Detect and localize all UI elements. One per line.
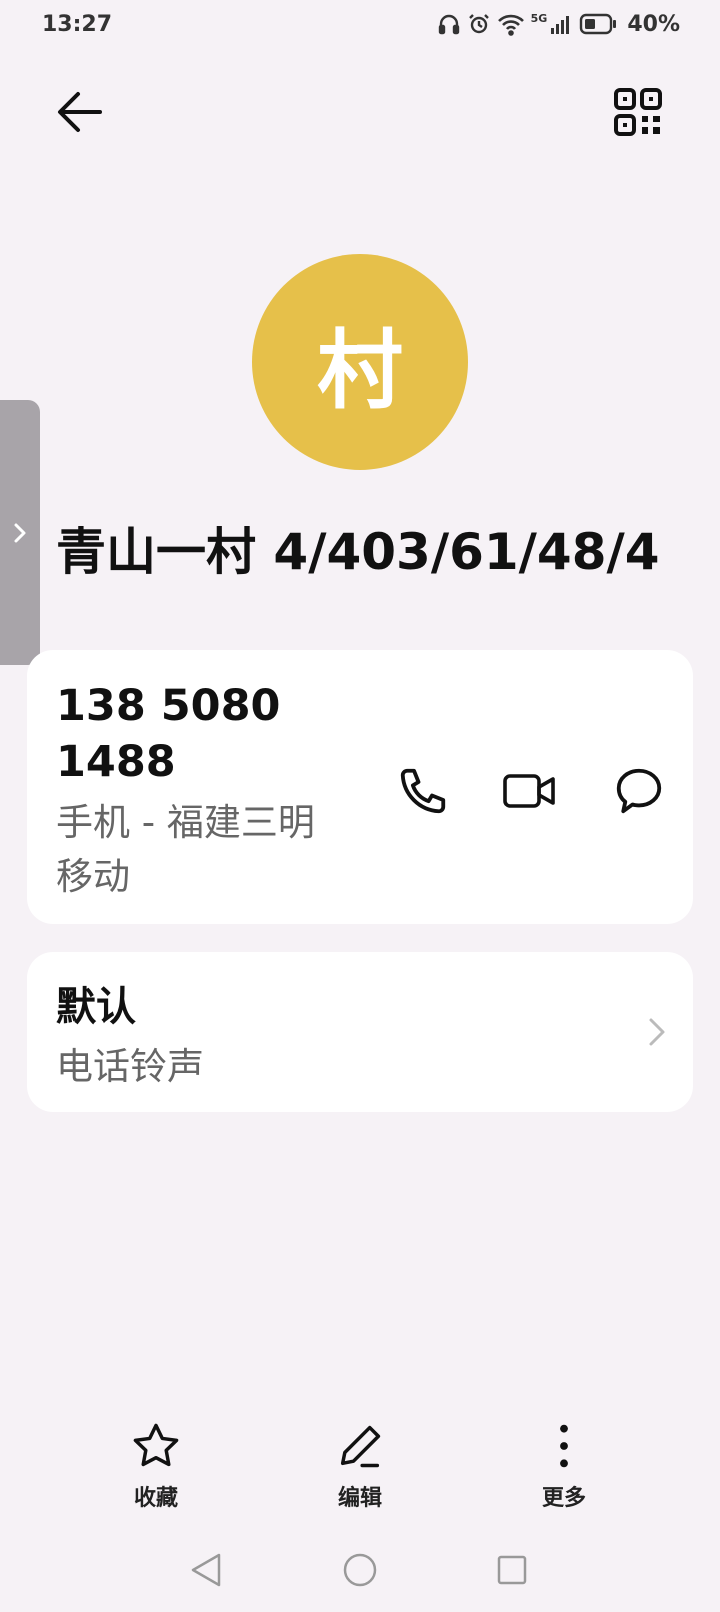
call-button[interactable] bbox=[387, 755, 459, 827]
alarm-icon bbox=[468, 14, 489, 34]
phone-icon bbox=[400, 768, 446, 814]
chevron-right-icon bbox=[14, 523, 26, 542]
more-label: 更多 bbox=[541, 1486, 586, 1511]
ringtone-card[interactable]: 默认 电话铃声 bbox=[27, 952, 693, 1112]
bottom-toolbar: 收藏 编辑 更多 bbox=[0, 1420, 720, 1520]
favorite-label: 收藏 bbox=[133, 1486, 178, 1511]
square-recents-icon bbox=[497, 1555, 527, 1585]
edit-button[interactable]: 编辑 bbox=[290, 1420, 430, 1512]
message-button[interactable] bbox=[603, 755, 675, 827]
battery-percentage: 40% bbox=[627, 11, 680, 37]
status-bar: 13:27 5G 40% bbox=[0, 0, 720, 48]
avatar-initial: 村 bbox=[317, 320, 403, 421]
video-camera-icon bbox=[503, 774, 555, 808]
phone-number: 138 5080 1488 bbox=[56, 678, 346, 790]
star-icon bbox=[133, 1423, 179, 1467]
system-nav-bar bbox=[0, 1540, 720, 1600]
phone-number-card[interactable]: 138 5080 1488 手机 - 福建三明 移动 bbox=[27, 650, 693, 924]
circle-home-icon bbox=[343, 1553, 377, 1587]
triangle-back-icon bbox=[191, 1553, 221, 1587]
signal-icon bbox=[551, 16, 570, 34]
arrow-left-icon bbox=[58, 92, 102, 132]
nav-back-button[interactable] bbox=[176, 1540, 236, 1600]
chat-bubble-icon bbox=[616, 768, 662, 814]
chevron-right-icon bbox=[649, 1018, 665, 1046]
more-vertical-icon bbox=[560, 1424, 568, 1468]
headphones-icon bbox=[438, 14, 459, 35]
battery-icon bbox=[580, 13, 617, 35]
ringtone-value: 默认 bbox=[56, 984, 136, 1030]
ringtone-label: 电话铃声 bbox=[56, 1045, 204, 1088]
edit-label: 编辑 bbox=[337, 1486, 382, 1511]
nav-recents-button[interactable] bbox=[482, 1540, 542, 1600]
qr-code-button[interactable] bbox=[604, 78, 672, 146]
network-type: 5G bbox=[530, 11, 548, 25]
side-drawer-handle[interactable] bbox=[0, 400, 40, 665]
phone-number-line1: 138 5080 bbox=[56, 681, 281, 731]
video-call-button[interactable] bbox=[494, 755, 566, 827]
pencil-icon bbox=[340, 1425, 381, 1468]
wifi-icon bbox=[497, 14, 524, 36]
contact-detail-screen: 13:27 5G 40% 村 青山一村 4/403/61/48/4 138 50… bbox=[0, 0, 720, 1612]
contact-avatar[interactable]: 村 bbox=[252, 254, 468, 470]
phone-location: 手机 - 福建三明 移动 bbox=[56, 796, 356, 904]
more-button[interactable]: 更多 bbox=[494, 1420, 634, 1512]
qr-code-icon bbox=[614, 88, 662, 136]
phone-number-line2: 1488 bbox=[56, 737, 176, 787]
back-button[interactable] bbox=[44, 76, 116, 148]
favorite-button[interactable]: 收藏 bbox=[86, 1420, 226, 1512]
status-icons: 5G 40% bbox=[437, 12, 680, 37]
status-time: 13:27 bbox=[42, 11, 113, 37]
contact-name: 青山一村 4/403/61/48/4 bbox=[56, 523, 660, 581]
nav-home-button[interactable] bbox=[330, 1540, 390, 1600]
phone-location-line2: 移动 bbox=[56, 855, 130, 898]
phone-location-line1: 手机 - 福建三明 bbox=[56, 801, 315, 844]
